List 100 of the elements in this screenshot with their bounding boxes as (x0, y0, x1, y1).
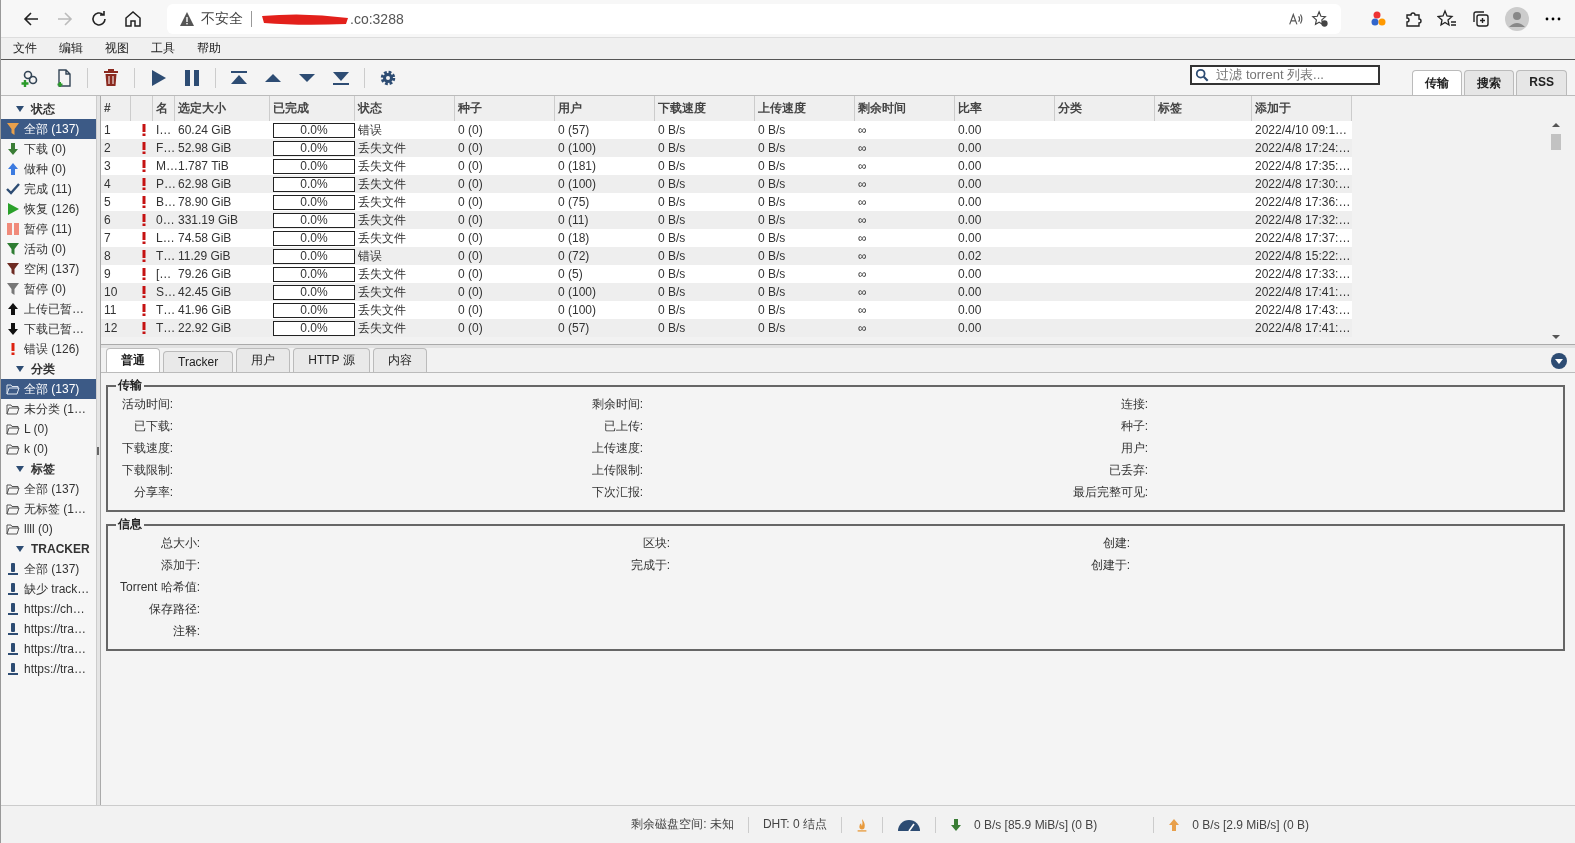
section-header[interactable]: 状态 (1, 99, 96, 119)
table-cell-text: [… (155, 267, 173, 281)
menu-item[interactable]: 视图 (105, 40, 129, 57)
trash-icon[interactable] (101, 67, 121, 88)
progress-bar: 0.0% (273, 158, 355, 174)
filter-item[interactable]: 全部 (137) (1, 559, 96, 579)
table-cell-text: 0 B/s (657, 195, 687, 209)
filter-item[interactable]: 上传已暂… (1, 299, 96, 319)
tracker-icon (6, 602, 20, 616)
collections-icon[interactable] (1471, 8, 1491, 29)
table-cell-text: 0.00 (957, 303, 983, 317)
filter-item[interactable]: 全部 (137) (1, 479, 96, 499)
filter-item[interactable]: llll (0) (1, 519, 96, 539)
search-icon (1195, 67, 1210, 82)
table-cell-text: ∞ (857, 303, 868, 317)
error-icon (140, 249, 147, 263)
menu-item[interactable]: 工具 (151, 40, 175, 57)
table-cell-text: 丢失文件 (357, 139, 407, 157)
field-label: 注释: (171, 623, 200, 639)
collapse-icon[interactable] (1551, 353, 1567, 369)
table-cell-text: 12 (103, 321, 119, 335)
pause-icon[interactable] (182, 67, 202, 88)
favorite-add-icon[interactable] (1311, 9, 1329, 28)
table-cell-text: ∞ (857, 249, 868, 263)
warning-icon (179, 10, 195, 27)
field-label: 添加于: (159, 557, 200, 573)
view-tab[interactable]: RSS (1516, 70, 1567, 95)
filter-item[interactable]: https://tra… (1, 639, 96, 659)
collapse-arrow-icon[interactable] (15, 544, 25, 554)
speed-gauge-icon[interactable] (896, 817, 921, 832)
filter-item[interactable]: 暂停 (0) (1, 279, 96, 299)
field-label: 剩余时间: (590, 396, 643, 412)
url-text: .co:3288 (350, 10, 404, 27)
error-icon (140, 213, 147, 227)
table-cell-text: 0 B/s (657, 321, 687, 335)
menu-item[interactable]: 帮助 (197, 40, 221, 57)
filter-field[interactable]: 过滤 torrent 列表... (1190, 64, 1381, 85)
filter-item[interactable]: 下载已暂… (1, 319, 96, 339)
table-cell-text: 0 B/s (657, 303, 687, 317)
reload-icon[interactable] (89, 8, 109, 29)
table-cell-text: 错误 (357, 121, 383, 139)
section-header[interactable]: TRACKER (1, 539, 96, 559)
collapse-arrow-icon[interactable] (15, 104, 25, 114)
filter-item[interactable]: https://ch… (1, 599, 96, 619)
table-cell-text: 0 (0) (457, 159, 484, 173)
view-tab[interactable]: 搜索 (1464, 70, 1515, 95)
section-header[interactable]: 标签 (1, 459, 96, 479)
filter-item[interactable]: https://tra… (1, 619, 96, 639)
profile-avatar[interactable] (1505, 6, 1529, 31)
scroll-up-icon[interactable] (1552, 122, 1560, 128)
detail-tab[interactable]: 用户 (236, 348, 291, 372)
detail-tab[interactable]: Tracker (163, 351, 234, 372)
filter-item[interactable]: 未分类 (1… (1, 399, 96, 419)
filter-item[interactable]: k (0) (1, 439, 96, 459)
table-cell-text: 0 (57) (557, 321, 591, 335)
section-header[interactable]: 分类 (1, 359, 96, 379)
tracker-icon (6, 562, 20, 576)
menu-item[interactable]: 编辑 (59, 40, 83, 57)
table-cell-text: P… (155, 177, 175, 191)
table-cell-text: ∞ (857, 159, 868, 173)
scroll-down-icon[interactable] (1552, 334, 1560, 340)
favorites-icon[interactable] (1437, 8, 1457, 29)
scroll-thumb[interactable] (1551, 134, 1561, 150)
table-cell-text: 0 B/s (757, 123, 787, 137)
table-cell-text: M… (155, 159, 175, 173)
filter-item[interactable]: 恢复 (126) (1, 199, 96, 219)
filter-item[interactable]: https://tra… (1, 659, 96, 679)
filter-item[interactable]: 做种 (0) (1, 159, 96, 179)
menu-item[interactable]: 文件 (13, 40, 37, 57)
table-cell-text: T… (155, 249, 175, 263)
tracker-icon (6, 622, 20, 636)
filter-item[interactable]: 全部 (137) (1, 379, 96, 399)
progress-bar: 0.0% (273, 212, 355, 228)
error-icon (140, 141, 147, 155)
collapse-arrow-icon[interactable] (15, 464, 25, 474)
view-tab[interactable]: 传输 (1412, 70, 1463, 95)
detail-tab[interactable]: 内容 (372, 348, 427, 372)
table-cell-text: 0 B/s (757, 213, 787, 227)
filter-item[interactable]: L (0) (1, 419, 96, 439)
detail-tab[interactable]: 普通 (106, 348, 160, 372)
filter-item[interactable]: 空闲 (137) (1, 259, 96, 279)
home-icon[interactable] (123, 8, 143, 29)
field-label: 已上传: (602, 418, 643, 434)
detail-tab[interactable]: HTTP 源 (293, 348, 370, 372)
up-arrow-icon (6, 162, 20, 176)
filter-item[interactable]: 无标签 (1… (1, 499, 96, 519)
address-bar[interactable]: 不安全 .co:3288 (167, 3, 1341, 34)
error-icon (140, 267, 147, 281)
filter-item[interactable]: 暂停 (11) (1, 219, 96, 239)
filter-item[interactable]: 下载 (0) (1, 139, 96, 159)
table-cell-text: 0 (0) (457, 141, 484, 155)
filter-item[interactable]: 缺少 track… (1, 579, 96, 599)
collapse-arrow-icon[interactable] (15, 364, 25, 374)
filter-item[interactable]: 全部 (137) (1, 119, 96, 139)
filter-item[interactable]: 活动 (0) (1, 239, 96, 259)
filter-item[interactable]: 完成 (11) (1, 179, 96, 199)
table-cell-text: 丢失文件 (357, 193, 407, 211)
table-cell-text: 0 B/s (757, 303, 787, 317)
filter-item[interactable]: 错误 (126) (1, 339, 96, 359)
table-cell-text: 10 (103, 285, 119, 299)
